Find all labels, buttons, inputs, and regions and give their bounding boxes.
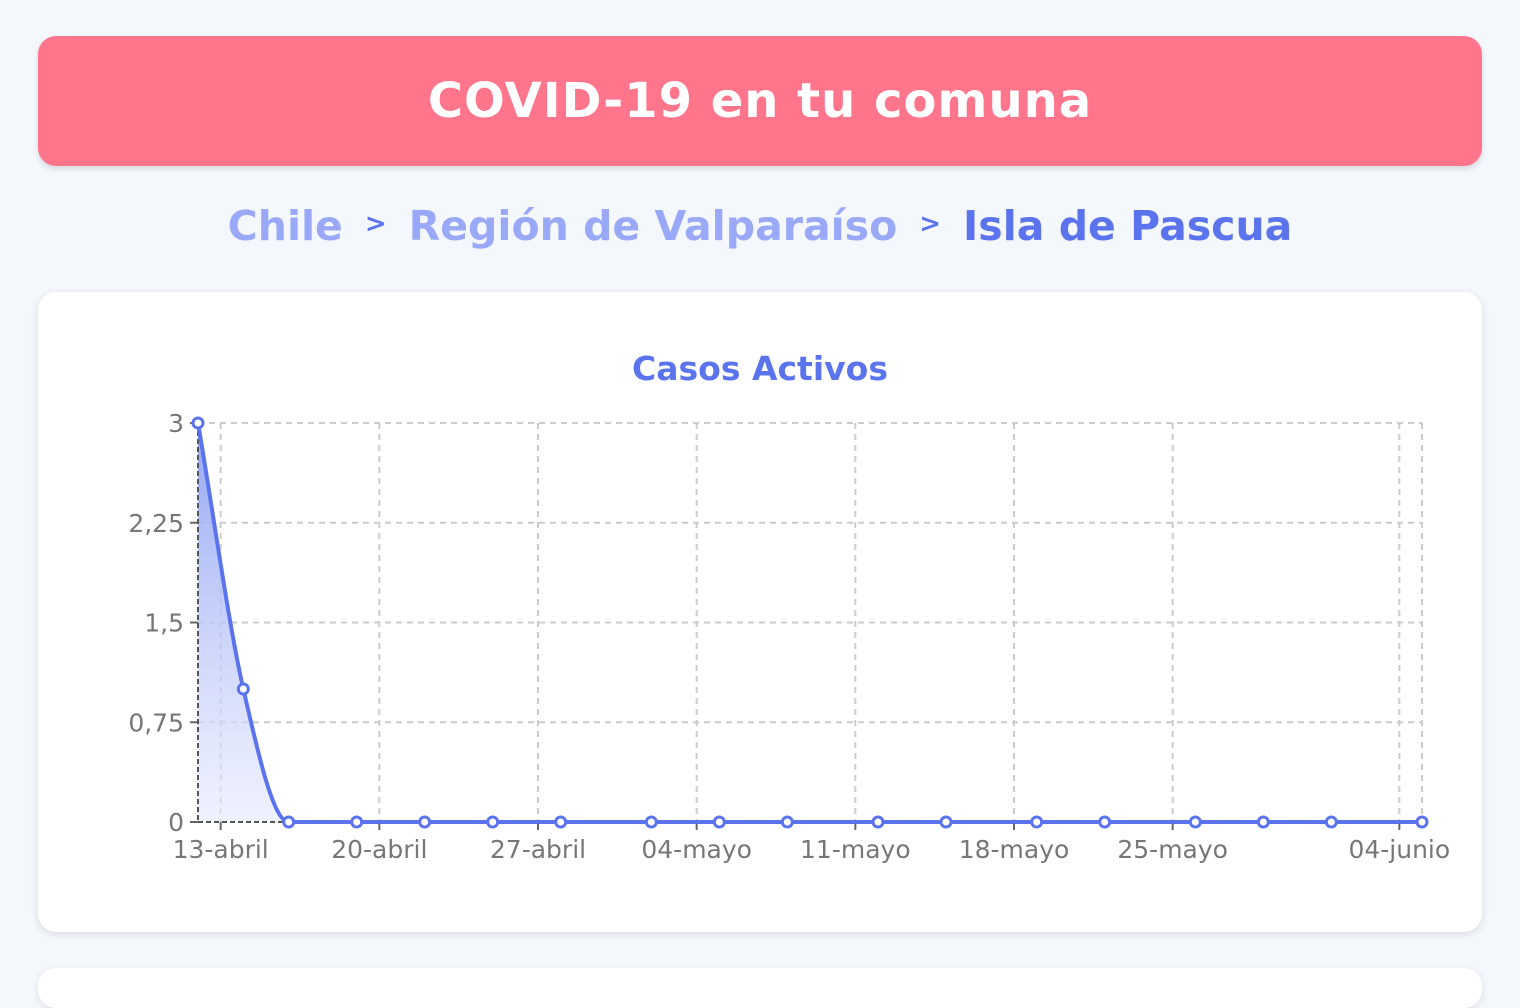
data-point[interactable] (939, 815, 953, 829)
data-point[interactable] (1415, 815, 1429, 829)
y-tick-label: 3 (168, 409, 184, 438)
x-tick-label: 04-mayo (641, 835, 752, 864)
page-title: COVID-19 en tu comuna (427, 73, 1093, 129)
page-header: COVID-19 en tu comuna (38, 36, 1482, 166)
data-point[interactable] (871, 815, 885, 829)
data-point[interactable] (191, 416, 205, 430)
data-point[interactable] (236, 682, 250, 696)
breadcrumb-item-region[interactable]: Región de Valparaíso (409, 202, 898, 250)
x-tick-label: 11-mayo (800, 835, 911, 864)
chart-grid (198, 422, 1423, 822)
chart-title: Casos Activos (632, 349, 888, 388)
data-point[interactable] (780, 815, 794, 829)
data-point[interactable] (1256, 815, 1270, 829)
x-tick-label: 20-abril (331, 835, 427, 864)
breadcrumb-item-country[interactable]: Chile (228, 202, 343, 250)
data-point[interactable] (350, 815, 364, 829)
chart-axes (190, 422, 1422, 830)
data-point[interactable] (644, 815, 658, 829)
x-tick-label: 04-junio (1348, 835, 1450, 864)
next-card (38, 968, 1482, 1008)
x-tick-label: 18-mayo (959, 835, 1070, 864)
data-point[interactable] (712, 815, 726, 829)
chart-tick-labels: 0 0,75 1,5 2,25 3 13-abril 20-abril 27-abril 04-… (128, 409, 1450, 864)
x-tick-label: 13-abril (173, 835, 269, 864)
breadcrumb-separator: > (364, 209, 387, 239)
chart-line (196, 422, 1422, 825)
data-point[interactable] (486, 815, 500, 829)
area-fill (198, 423, 1422, 822)
y-tick-label: 0 (168, 808, 184, 837)
y-tick-label: 1,5 (144, 609, 184, 638)
breadcrumb-item-commune: Isla de Pascua (963, 202, 1293, 250)
data-point[interactable] (1098, 815, 1112, 829)
data-point[interactable] (282, 815, 296, 829)
breadcrumb: Chile > Región de Valparaíso > Isla de P… (0, 196, 1520, 256)
active-cases-chart: Casos Activos 0 0,75 1,5 2,25 3 13-abril 20-ab… (128, 349, 1450, 864)
series-line (196, 422, 1422, 825)
data-point[interactable] (1324, 815, 1338, 829)
data-point[interactable] (1188, 815, 1202, 829)
y-tick-label: 0,75 (128, 708, 184, 737)
y-tick-label: 2,25 (128, 509, 184, 538)
breadcrumb-separator: > (919, 209, 942, 239)
x-tick-label: 25-mayo (1117, 835, 1228, 864)
data-point[interactable] (418, 815, 432, 829)
data-point[interactable] (1030, 815, 1044, 829)
x-tick-label: 27-abril (490, 835, 586, 864)
chart-card: Casos Activos 0 0,75 1,5 2,25 3 13-abril 20-ab… (38, 292, 1482, 932)
data-point[interactable] (554, 815, 568, 829)
chart-area (198, 423, 1422, 822)
